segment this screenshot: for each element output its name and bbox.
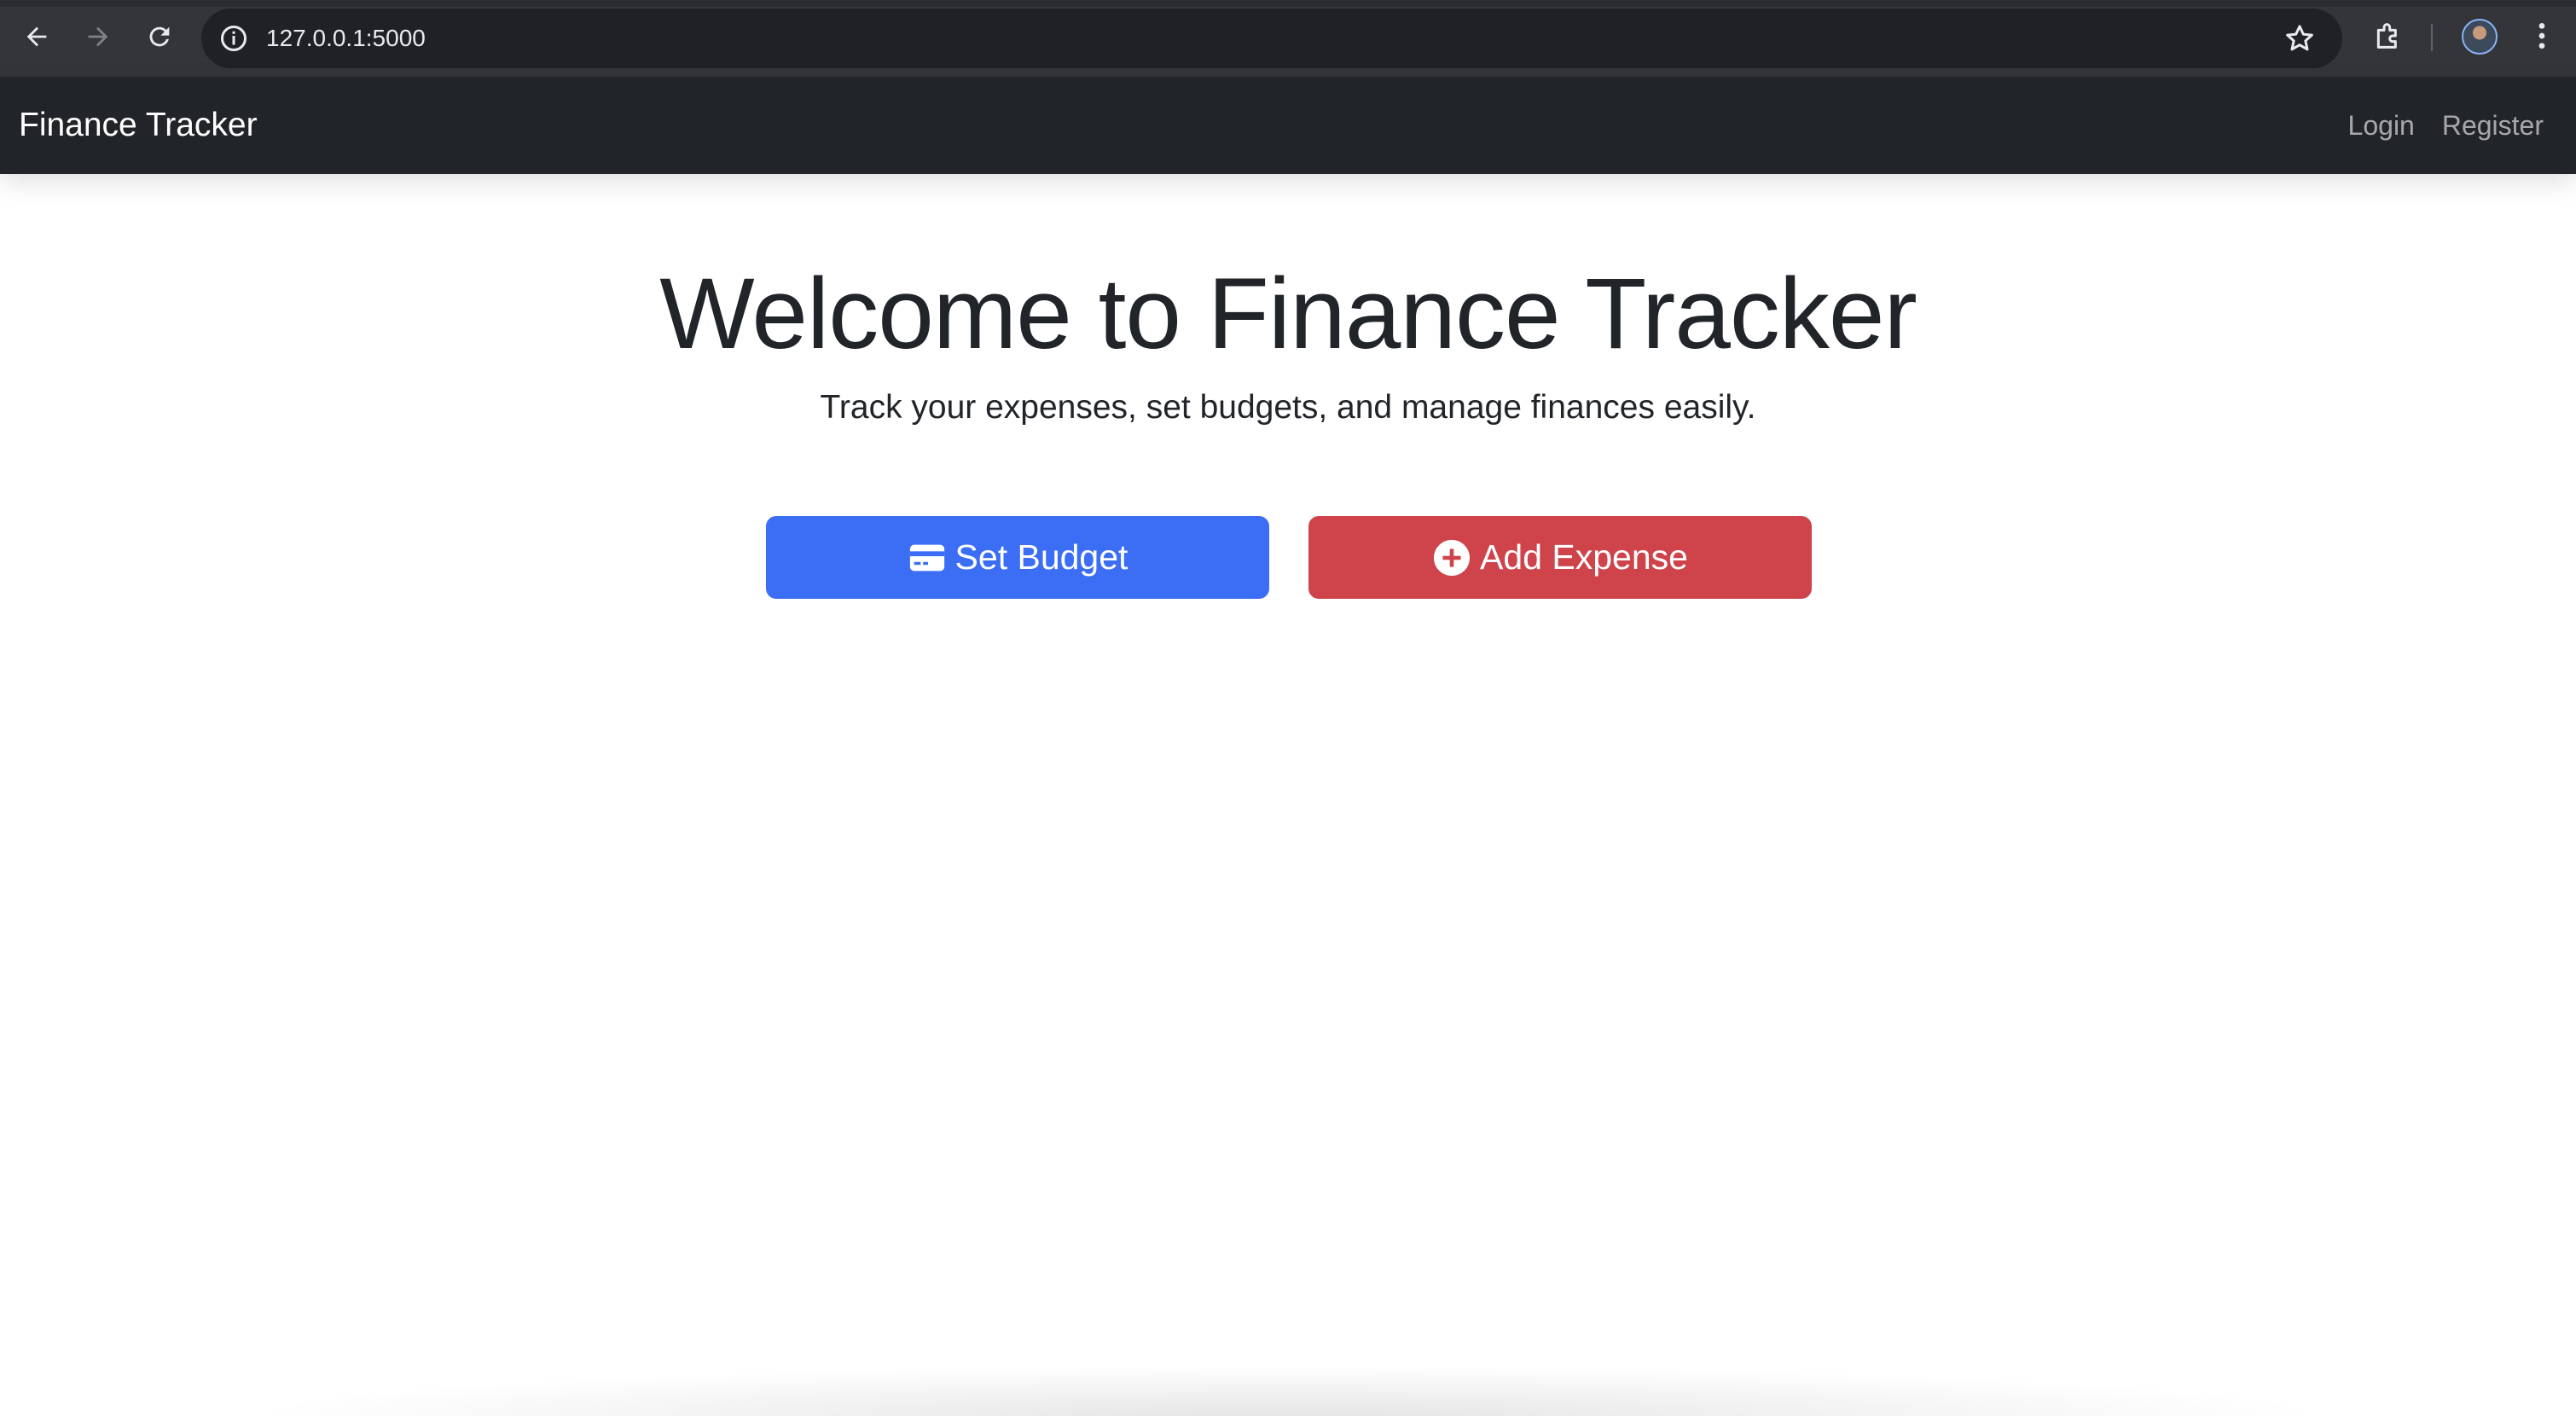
extensions-icon[interactable]: [2371, 19, 2405, 53]
app-navbar: Finance Tracker Login Register: [0, 77, 2576, 174]
back-arrow-icon[interactable]: [17, 17, 56, 56]
add-expense-label: Add Expense: [1480, 537, 1688, 577]
add-expense-button[interactable]: Add Expense: [1308, 516, 1812, 599]
url-text[interactable]: 127.0.0.1:5000: [266, 9, 426, 68]
page-subtitle: Track your expenses, set budgets, and ma…: [820, 389, 1756, 426]
brand-link[interactable]: Finance Tracker: [19, 77, 258, 174]
forward-arrow-icon[interactable]: [78, 17, 118, 56]
plus-circle-icon: [1433, 539, 1471, 576]
nav-links: Login Register: [2348, 77, 2544, 174]
tab-strip-edge: [0, 0, 2576, 7]
page-title: Welcome to Finance Tracker: [659, 258, 1917, 370]
footer-shadow: [239, 1365, 2337, 1416]
register-link[interactable]: Register: [2442, 110, 2544, 142]
credit-card-icon: [909, 544, 944, 571]
reload-icon[interactable]: [140, 17, 179, 56]
set-budget-label: Set Budget: [954, 537, 1128, 577]
bookmark-star-icon[interactable]: [2283, 21, 2317, 55]
more-vert-icon[interactable]: [2525, 19, 2559, 53]
login-link[interactable]: Login: [2348, 110, 2415, 142]
set-budget-button[interactable]: Set Budget: [766, 516, 1269, 599]
toolbar-separator: [2431, 24, 2433, 51]
browser-toolbar: 127.0.0.1:5000: [0, 0, 2576, 77]
profile-avatar[interactable]: [2462, 19, 2498, 55]
address-bar[interactable]: 127.0.0.1:5000: [201, 9, 2342, 68]
info-icon[interactable]: [218, 23, 249, 54]
